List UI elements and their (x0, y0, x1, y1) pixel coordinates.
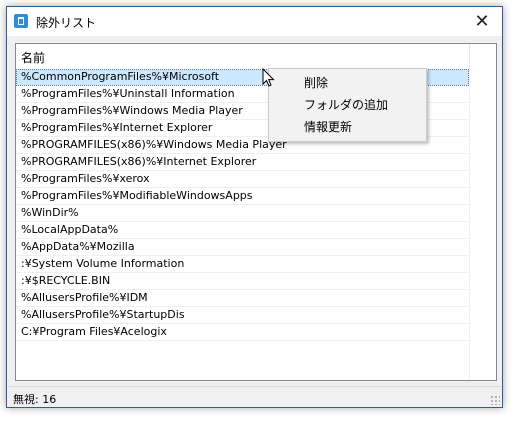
list-item[interactable]: %LocalAppData% (16, 222, 469, 239)
list-header: 名前 (16, 44, 496, 68)
menu-item-delete[interactable]: 削除 (304, 72, 328, 94)
close-button[interactable]: ✕ (462, 7, 502, 36)
status-count: 無視: 16 (13, 393, 57, 406)
column-header-name[interactable]: 名前 (21, 49, 45, 66)
menu-item-add-folder[interactable]: フォルダの追加 (304, 94, 388, 116)
list-item[interactable]: %AllusersProfile%¥StartupDis (16, 307, 469, 324)
list-item[interactable]: :¥$RECYCLE.BIN (16, 273, 469, 290)
resize-grip-icon[interactable] (490, 395, 500, 405)
list-item[interactable]: %AllusersProfile%¥IDM (16, 290, 469, 307)
list-item[interactable]: %AppData%¥Mozilla (16, 239, 469, 256)
list-item[interactable]: %WinDir% (16, 205, 469, 222)
column-divider[interactable] (469, 44, 470, 68)
close-icon: ✕ (474, 11, 490, 32)
list-item[interactable]: :¥System Volume Information (16, 256, 469, 273)
exclusion-list-window: 除外リスト ✕ 名前 %CommonProgramFiles%¥Microsof… (6, 6, 503, 408)
recycle-bin-icon (14, 14, 28, 28)
list-item[interactable]: %ProgramFiles%¥xerox (16, 171, 469, 188)
list-item[interactable]: C:¥Program Files¥Acelogix (16, 324, 469, 341)
title-bar[interactable]: 除外リスト ✕ (7, 7, 502, 36)
list-item[interactable]: %ProgramFiles%¥ModifiableWindowsApps (16, 188, 469, 205)
window-title: 除外リスト (36, 16, 97, 30)
mouse-cursor-icon (262, 68, 275, 87)
status-bar: 無視: 16 (7, 386, 502, 407)
context-menu: 削除 フォルダの追加 情報更新 (268, 68, 427, 142)
menu-item-refresh[interactable]: 情報更新 (304, 116, 352, 138)
list-item[interactable]: %PROGRAMFILES(x86)%¥Internet Explorer (16, 154, 469, 171)
